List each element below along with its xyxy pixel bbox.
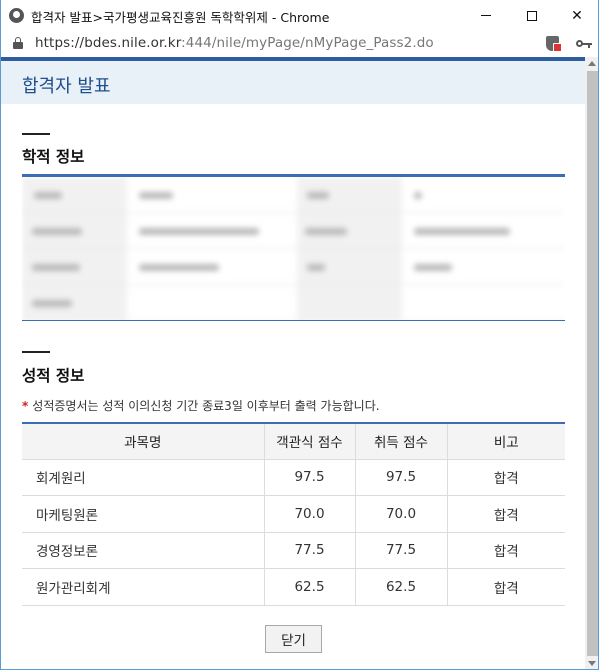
vertical-scrollbar[interactable] bbox=[585, 57, 598, 669]
notice-text: * 성적증명서는 성적 이의신청 기간 종료3일 이후부터 출력 가능합니다. bbox=[22, 397, 380, 414]
column-header: 과목명 bbox=[22, 423, 264, 460]
page-header: 합격자 발표 bbox=[1, 61, 585, 104]
url-path: :444/nile/myPage/nMyPage_Pass2.do bbox=[181, 35, 434, 51]
minimize-button[interactable] bbox=[463, 0, 509, 31]
url-host: https://bdes.nile.or.kr bbox=[35, 35, 182, 51]
student-info-title: 학적 정보 bbox=[22, 148, 85, 166]
objective-score-cell: 70.0 bbox=[263, 495, 355, 533]
lock-icon[interactable] bbox=[13, 37, 23, 49]
table-row: 마케팅원론 70.0 70.0 합격 bbox=[22, 495, 565, 533]
grades-title: 성적 정보 bbox=[22, 367, 85, 385]
chrome-icon bbox=[9, 8, 24, 23]
earned-score-cell: 62.5 bbox=[354, 568, 447, 606]
table-row: 경영정보론 77.5 77.5 합격 bbox=[22, 532, 565, 569]
close-window-button[interactable]: ✕ bbox=[554, 0, 598, 31]
table-header-row: 과목명 객관식 점수 취득 점수 비고 bbox=[22, 423, 565, 460]
scrollbar-thumb[interactable] bbox=[587, 71, 598, 656]
minimize-icon bbox=[481, 15, 491, 16]
column-header: 객관식 점수 bbox=[263, 423, 355, 460]
subject-cell: 마케팅원론 bbox=[22, 495, 264, 533]
earned-score-cell: 70.0 bbox=[354, 495, 447, 533]
maximize-button[interactable] bbox=[509, 0, 555, 31]
blurred-student-info bbox=[22, 177, 565, 320]
column-header: 취득 점수 bbox=[354, 423, 447, 460]
earned-score-cell: 97.5 bbox=[354, 459, 447, 496]
grades-table: 과목명 객관식 점수 취득 점수 비고 회계원리 97.5 97.5 합격 마케… bbox=[22, 422, 565, 606]
subject-cell: 회계원리 bbox=[22, 459, 264, 496]
table-row: 회계원리 97.5 97.5 합격 bbox=[22, 459, 565, 496]
column-header: 비고 bbox=[446, 423, 565, 460]
objective-score-cell: 77.5 bbox=[263, 532, 355, 569]
page-title: 합격자 발표 bbox=[22, 76, 111, 97]
title-bar: 합격자 발표>국가평생교육진흥원 독학학위제 - Chrome ✕ bbox=[1, 0, 598, 31]
key-icon[interactable] bbox=[576, 38, 592, 50]
subject-cell: 원가관리회계 bbox=[22, 568, 264, 606]
section-marker bbox=[22, 351, 50, 353]
note-cell: 합격 bbox=[446, 495, 565, 533]
earned-score-cell: 77.5 bbox=[354, 532, 447, 569]
note-cell: 합격 bbox=[446, 459, 565, 496]
scroll-up-icon[interactable] bbox=[588, 61, 596, 66]
popup-window: 합격자 발표>국가평생교육진흥원 독학학위제 - Chrome ✕ https:… bbox=[0, 0, 599, 670]
maximize-icon bbox=[527, 10, 537, 21]
close-button[interactable]: 닫기 bbox=[265, 625, 322, 653]
note-cell: 합격 bbox=[446, 568, 565, 606]
objective-score-cell: 62.5 bbox=[263, 568, 355, 606]
address-bar[interactable]: https://bdes.nile.or.kr:444/nile/myPage/… bbox=[1, 31, 598, 57]
notice-message: 성적증명서는 성적 이의신청 기간 종료3일 이후부터 출력 가능합니다. bbox=[32, 399, 380, 413]
scroll-down-icon[interactable] bbox=[588, 661, 596, 666]
url-text[interactable]: https://bdes.nile.or.kr:444/nile/myPage/… bbox=[35, 35, 434, 51]
required-star-icon: * bbox=[22, 399, 29, 413]
subject-cell: 경영정보론 bbox=[22, 532, 264, 569]
objective-score-cell: 97.5 bbox=[263, 459, 355, 496]
table-row: 원가관리회계 62.5 62.5 합격 bbox=[22, 568, 565, 606]
shield-icon[interactable] bbox=[546, 36, 562, 52]
window-title: 합격자 발표>국가평생교육진흥원 독학학위제 - Chrome bbox=[31, 10, 330, 25]
section-marker bbox=[22, 133, 50, 135]
close-icon: ✕ bbox=[571, 7, 583, 24]
student-info-table bbox=[22, 174, 565, 321]
note-cell: 합격 bbox=[446, 532, 565, 569]
